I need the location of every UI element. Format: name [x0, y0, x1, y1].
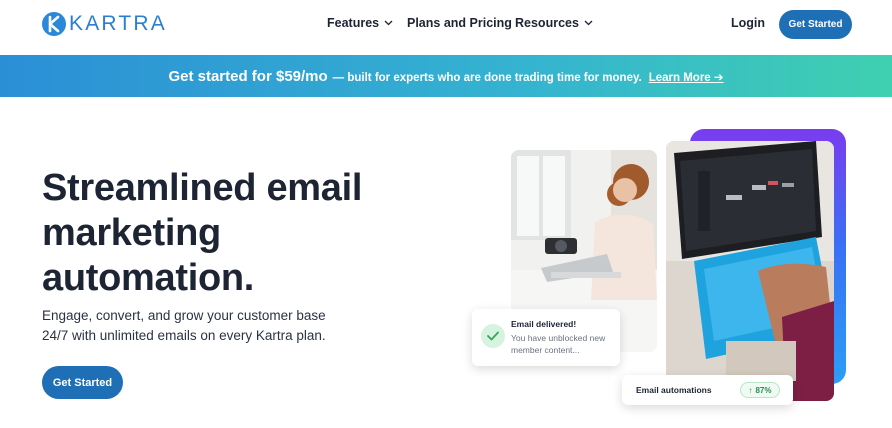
hero-subtitle-line: 24/7 with unlimited emails on every Kart… — [42, 328, 326, 343]
hero-title-line: Streamlined email — [42, 167, 363, 209]
nav-get-started-button[interactable]: Get Started — [779, 10, 852, 39]
chevron-down-icon — [384, 20, 393, 26]
nav-plans-label: Plans and Pricing — [407, 16, 512, 30]
login-link[interactable]: Login — [731, 16, 765, 30]
logo-text: KARTRA — [69, 12, 167, 35]
top-nav: KARTRA Features Plans and Pricing Resour… — [0, 0, 892, 55]
email-delivered-card: Email delivered! You have unblocked new … — [472, 309, 620, 366]
nav-resources[interactable]: Resources — [515, 16, 593, 30]
email-automations-label: Email automations — [636, 385, 712, 395]
laptop-hands-photo — [666, 141, 834, 401]
hero-title-line: automation. — [42, 257, 255, 299]
banner-subtext: — built for experts who are done trading… — [332, 71, 642, 84]
kartra-k-icon — [42, 12, 66, 36]
automation-rate-badge: ↑ 87% — [740, 382, 780, 398]
email-automations-card: Email automations ↑ 87% — [622, 375, 793, 405]
email-delivered-body: member content... — [511, 345, 580, 355]
nav-resources-label: Resources — [515, 16, 579, 30]
nav-features-label: Features — [327, 16, 380, 30]
hero-subtitle: Engage, convert, and grow your customer … — [42, 306, 362, 346]
hero-get-started-button[interactable]: Get Started — [42, 366, 123, 399]
hero-title-line: marketing — [42, 212, 221, 254]
chevron-down-icon — [584, 20, 593, 26]
nav-plans-pricing[interactable]: Plans and Pricing — [407, 16, 512, 30]
banner-headline: Get started for $59/mo — [168, 67, 328, 85]
hero-title: Streamlined email marketing automation. — [42, 166, 402, 301]
learn-more-link[interactable]: Learn More ➔ — [649, 70, 724, 84]
hero-subtitle-line: Engage, convert, and grow your customer … — [42, 308, 326, 323]
automation-rate-value: 87% — [755, 385, 772, 395]
nav-features[interactable]: Features — [327, 16, 393, 30]
arrow-up-icon: ↑ — [748, 385, 753, 395]
email-delivered-body: You have unblocked new — [511, 333, 606, 343]
kartra-logo[interactable]: KARTRA — [42, 12, 167, 36]
email-delivered-title: Email delivered! — [511, 319, 577, 329]
promo-banner: Get started for $59/mo — built for exper… — [0, 55, 892, 97]
check-icon — [481, 324, 505, 348]
